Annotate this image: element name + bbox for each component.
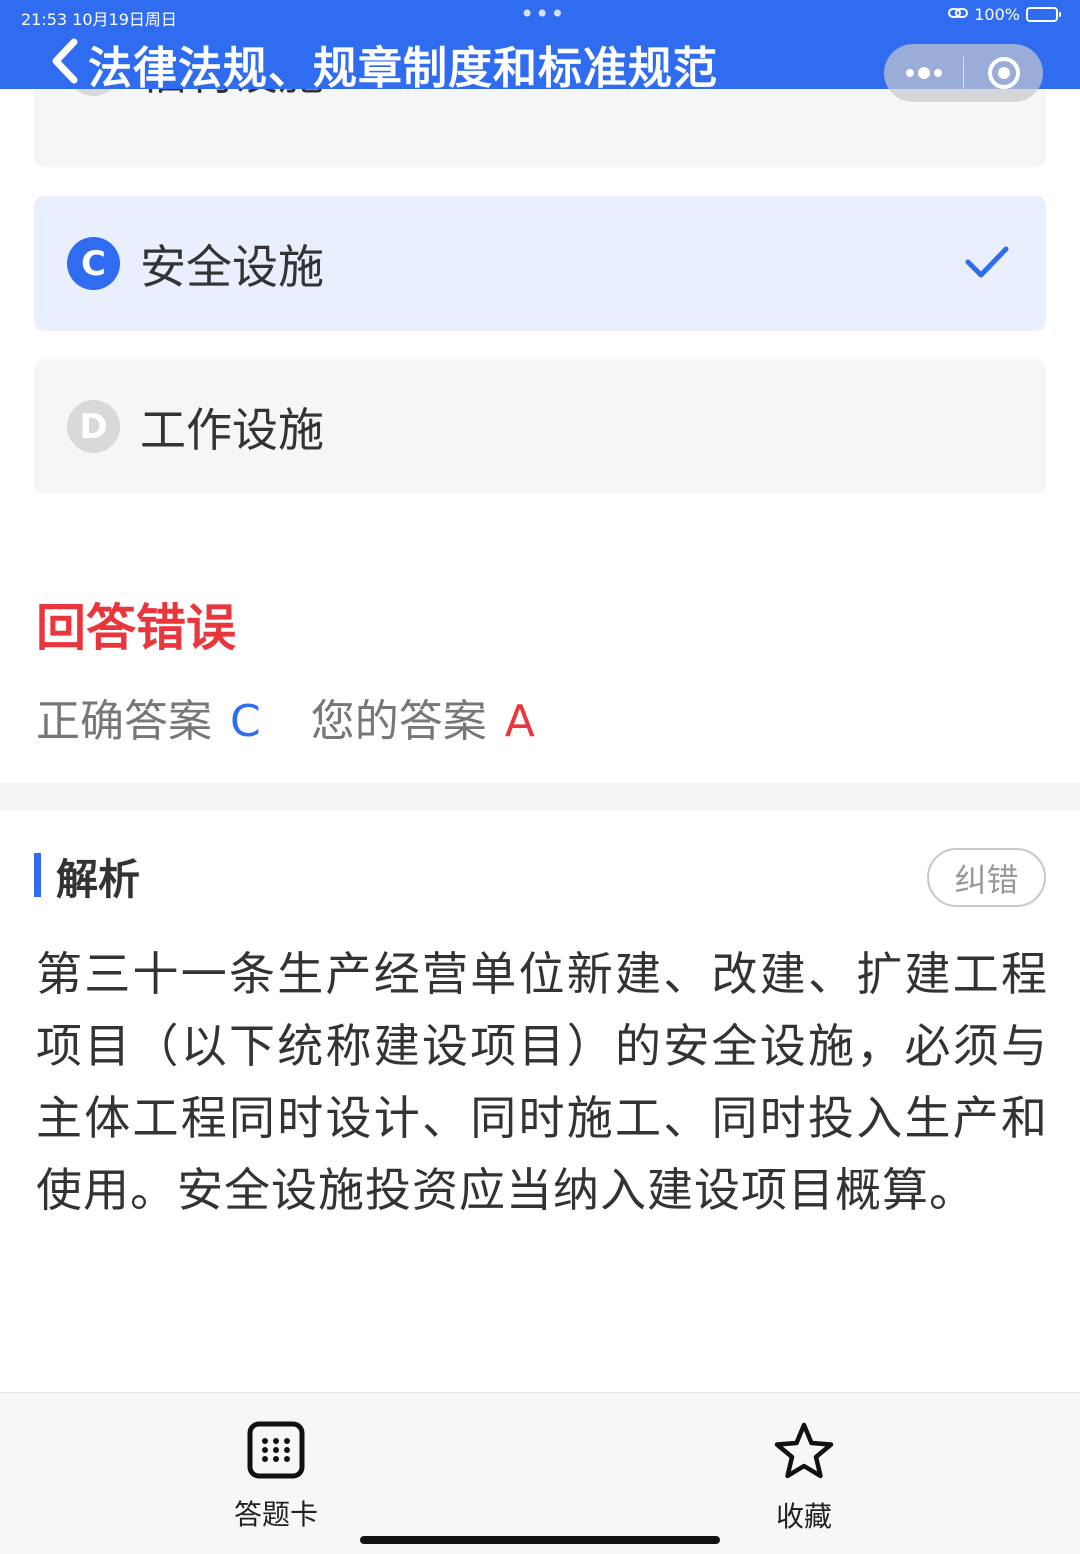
star-icon [773, 1421, 835, 1485]
status-right: 100% [948, 5, 1061, 24]
mini-program-capsule [884, 44, 1043, 102]
report-error-button[interactable]: 纠错 [927, 848, 1046, 907]
close-target-icon[interactable] [964, 55, 1043, 91]
grid-icon [247, 1421, 305, 1483]
option-text: 工作设施 [140, 402, 324, 457]
battery-icon [1026, 7, 1061, 22]
more-icon[interactable] [884, 66, 963, 80]
favorite-label: 收藏 [775, 1500, 832, 1533]
answer-card-label: 答题卡 [233, 1498, 318, 1531]
option-text: 安全设施 [140, 239, 324, 294]
check-icon [964, 244, 1010, 284]
battery-percent: 100% [974, 5, 1020, 24]
answer-card-button[interactable]: 答题卡 [228, 1421, 324, 1533]
your-answer-value: A [504, 696, 535, 747]
multitask-dots[interactable]: ••• [520, 0, 565, 28]
option-c[interactable]: C 安全设施 [34, 196, 1046, 331]
analysis-accent-bar [34, 853, 41, 897]
correct-answer-label: 正确答案 [36, 696, 212, 747]
favorite-button[interactable]: 收藏 [756, 1421, 852, 1535]
home-indicator[interactable] [360, 1536, 720, 1544]
result-title: 回答错误 [36, 599, 236, 657]
bottom-bar: 答题卡 收藏 [0, 1392, 1080, 1554]
status-time: 21:53 10月19日周日 [21, 10, 177, 29]
section-divider [0, 783, 1080, 811]
page-title: 法律法规、规章制度和标准规范 [88, 43, 718, 94]
answer-row: 正确答案 C 您的答案 A [36, 685, 535, 749]
your-answer-label: 您的答案 [310, 696, 487, 747]
back-arrow-icon[interactable] [50, 38, 80, 88]
analysis-title: 解析 [56, 855, 141, 904]
option-d[interactable]: D 工作设施 [34, 359, 1046, 494]
option-letter: C [67, 237, 120, 290]
page: B 福利设施 C 安全设施 D 工作设施 21:53 10月19日周日 ••• … [0, 0, 1080, 1554]
analysis-text: 第三十一条生产经营单位新建、改建、扩建工程项目（以下统称建设项目）的安全设施，必… [36, 947, 1048, 1217]
option-letter: D [67, 400, 120, 453]
link-icon [948, 5, 969, 24]
correct-answer-value: C [230, 696, 261, 747]
